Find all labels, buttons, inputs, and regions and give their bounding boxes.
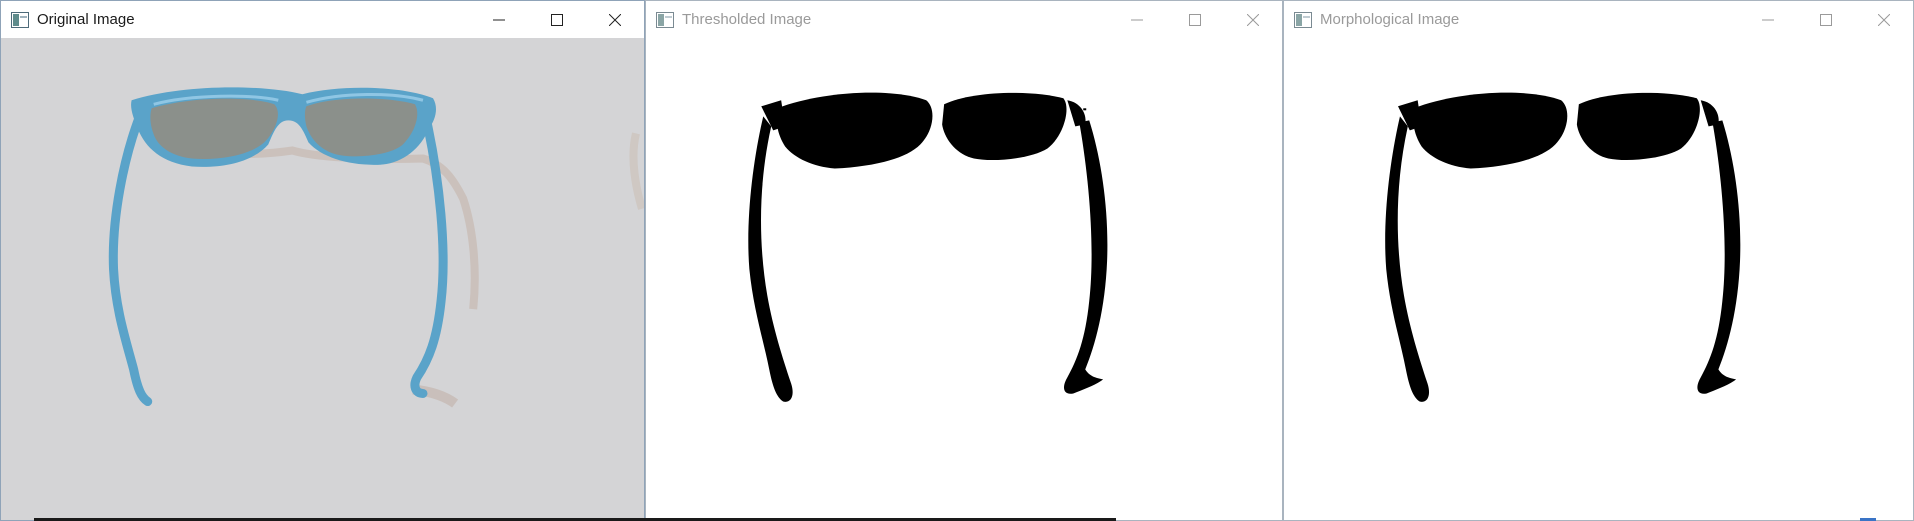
window-titlebar[interactable]: Morphological Image [1284,1,1913,38]
close-button[interactable] [586,1,644,38]
window-title: Morphological Image [1320,11,1460,28]
threshold-mask-image [646,38,1282,520]
morphological-image-window[interactable]: Morphological Image [1283,0,1914,521]
window-title: Thresholded Image [682,11,812,28]
window-titlebar[interactable]: Thresholded Image [646,1,1282,38]
minimize-icon [493,19,505,20]
sunglasses-photo [1,38,644,520]
close-button[interactable] [1224,1,1282,38]
maximize-icon [1820,13,1832,26]
app-window-icon [1294,11,1312,28]
original-image-window[interactable]: Original Image [0,0,645,521]
maximize-icon [1189,13,1201,26]
minimize-button[interactable] [1108,1,1166,38]
morphological-mask-image [1284,38,1913,520]
minimize-button[interactable] [470,1,528,38]
maximize-button[interactable] [1797,1,1855,38]
thresholded-image-window[interactable]: Thresholded Image [645,0,1283,521]
image-canvas [1,38,644,520]
image-canvas [646,38,1282,520]
app-window-icon [656,11,674,28]
minimize-button[interactable] [1739,1,1797,38]
maximize-button[interactable] [528,1,586,38]
window-titlebar[interactable]: Original Image [1,1,644,38]
maximize-icon [551,13,563,26]
close-icon [1247,13,1259,26]
window-title: Original Image [37,11,135,28]
image-canvas [1284,38,1913,520]
maximize-button[interactable] [1166,1,1224,38]
close-icon [609,13,621,26]
close-button[interactable] [1855,1,1913,38]
minimize-icon [1131,19,1143,20]
minimize-icon [1762,19,1774,20]
app-window-icon [11,11,29,28]
close-icon [1878,13,1890,26]
